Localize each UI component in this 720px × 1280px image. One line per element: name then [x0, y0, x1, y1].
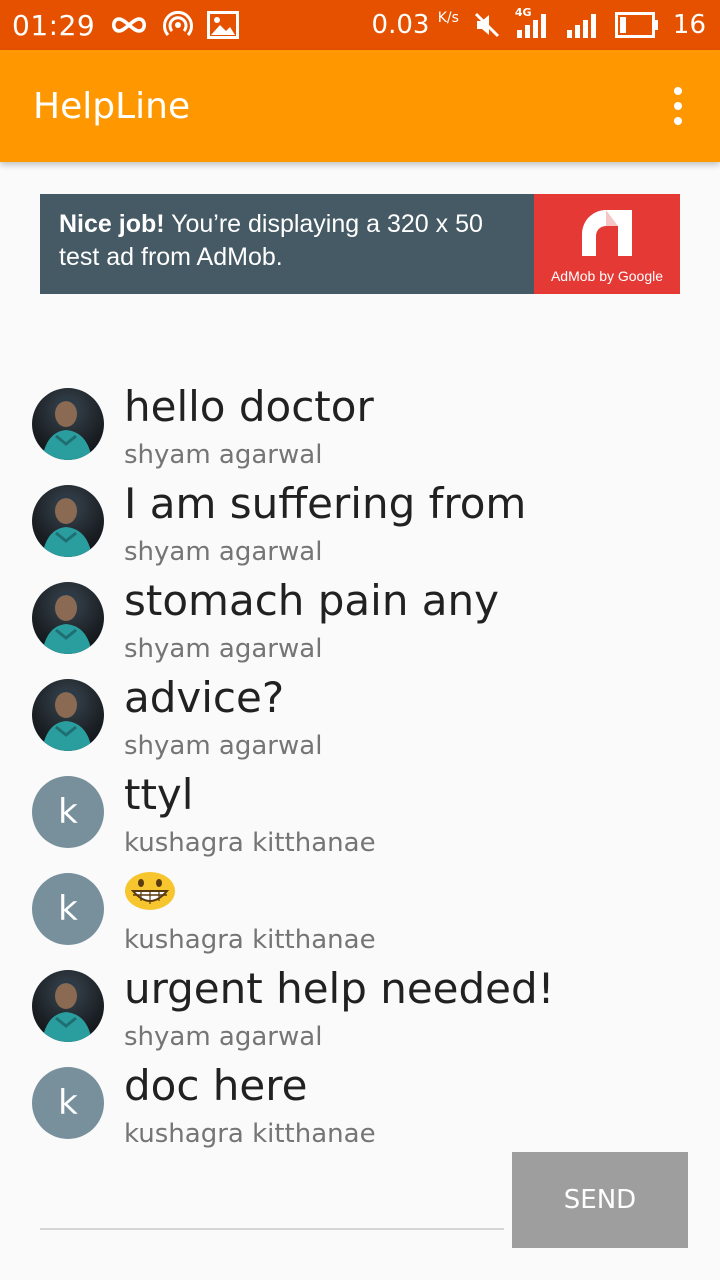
avatar: k [32, 873, 104, 945]
mute-icon [473, 11, 501, 39]
user-photo-icon [42, 979, 92, 1042]
message-text: stomach pain any [124, 576, 500, 625]
message-item[interactable]: hello doctor shyam agarwal [0, 380, 720, 477]
message-author: kushagra kitthanae [124, 925, 376, 955]
message-author: shyam agarwal [124, 1022, 323, 1052]
message-text: I am suffering from [124, 479, 527, 528]
signal-icon [565, 10, 601, 40]
message-author: shyam agarwal [124, 440, 323, 470]
signal-4g-icon: 4G [515, 6, 551, 40]
send-button[interactable]: SEND [512, 1152, 688, 1248]
app-bar: HelpLine [0, 50, 720, 162]
admob-logo: AdMob by Google [534, 194, 680, 294]
app-title: HelpLine [33, 85, 191, 127]
network-speed-unit: K/s [437, 10, 459, 26]
message-text: ttyl [124, 770, 194, 819]
user-photo-icon [42, 591, 92, 654]
message-text: hello doctor [124, 382, 374, 431]
avatar [32, 582, 104, 654]
message-author: shyam agarwal [124, 634, 323, 664]
overflow-menu-icon[interactable] [666, 76, 690, 136]
ad-banner[interactable]: Nice job! You’re displaying a 320 x 50 t… [40, 194, 680, 294]
overflow-dot [674, 117, 682, 125]
message-item[interactable]: urgent help needed! shyam agarwal [0, 962, 720, 1059]
overflow-dot [674, 102, 682, 110]
message-item[interactable]: k ttyl kushagra kitthanae [0, 768, 720, 865]
message-item[interactable]: stomach pain any shyam agarwal [0, 574, 720, 671]
message-author: shyam agarwal [124, 537, 323, 567]
avatar [32, 485, 104, 557]
message-text: urgent help needed! [124, 964, 555, 1013]
message-author: kushagra kitthanae [124, 1119, 376, 1149]
message-item[interactable]: I am suffering from shyam agarwal [0, 477, 720, 574]
status-bar-left: 01:29 [12, 8, 240, 42]
infinity-icon [109, 13, 149, 37]
message-input-underline [40, 1228, 504, 1230]
network-type: 4G [514, 6, 532, 19]
message-item[interactable]: k kushagra kitthanae [0, 865, 720, 962]
avatar [32, 970, 104, 1042]
avatar [32, 388, 104, 460]
ad-text: Nice job! You’re displaying a 320 x 50 t… [40, 194, 534, 294]
grinning-face-icon [124, 871, 176, 921]
user-photo-icon [42, 397, 92, 460]
message-item[interactable]: k doc here kushagra kitthanae [0, 1059, 720, 1156]
avatar: k [32, 776, 104, 848]
message-input[interactable] [40, 1170, 504, 1226]
message-text: doc here [124, 1061, 308, 1110]
ad-logo-caption: AdMob by Google [550, 268, 664, 284]
message-item[interactable]: advice? shyam agarwal [0, 671, 720, 768]
admob-icon [582, 210, 632, 256]
avatar [32, 679, 104, 751]
message-author: shyam agarwal [124, 731, 323, 761]
battery-level: 16 [672, 10, 706, 40]
battery-icon [614, 12, 659, 38]
hotspot-icon [163, 10, 194, 40]
status-bar-right: 0.03 K/s 4G 16 [372, 6, 706, 40]
image-icon [207, 11, 240, 39]
status-time: 01:29 [12, 8, 96, 42]
network-speed-value: 0.03 [371, 10, 430, 40]
message-text: advice? [124, 673, 285, 722]
message-list[interactable]: hello doctor shyam agarwal I am sufferin… [0, 380, 720, 1156]
overflow-dot [674, 87, 682, 95]
user-photo-icon [42, 494, 92, 557]
message-author: kushagra kitthanae [124, 828, 376, 858]
status-bar: 01:29 0.03 K/s 4G 16 [0, 0, 720, 50]
user-photo-icon [42, 688, 92, 751]
ad-headline: Nice job! [59, 210, 165, 238]
avatar: k [32, 1067, 104, 1139]
network-speed: 0.03 K/s [372, 10, 459, 40]
